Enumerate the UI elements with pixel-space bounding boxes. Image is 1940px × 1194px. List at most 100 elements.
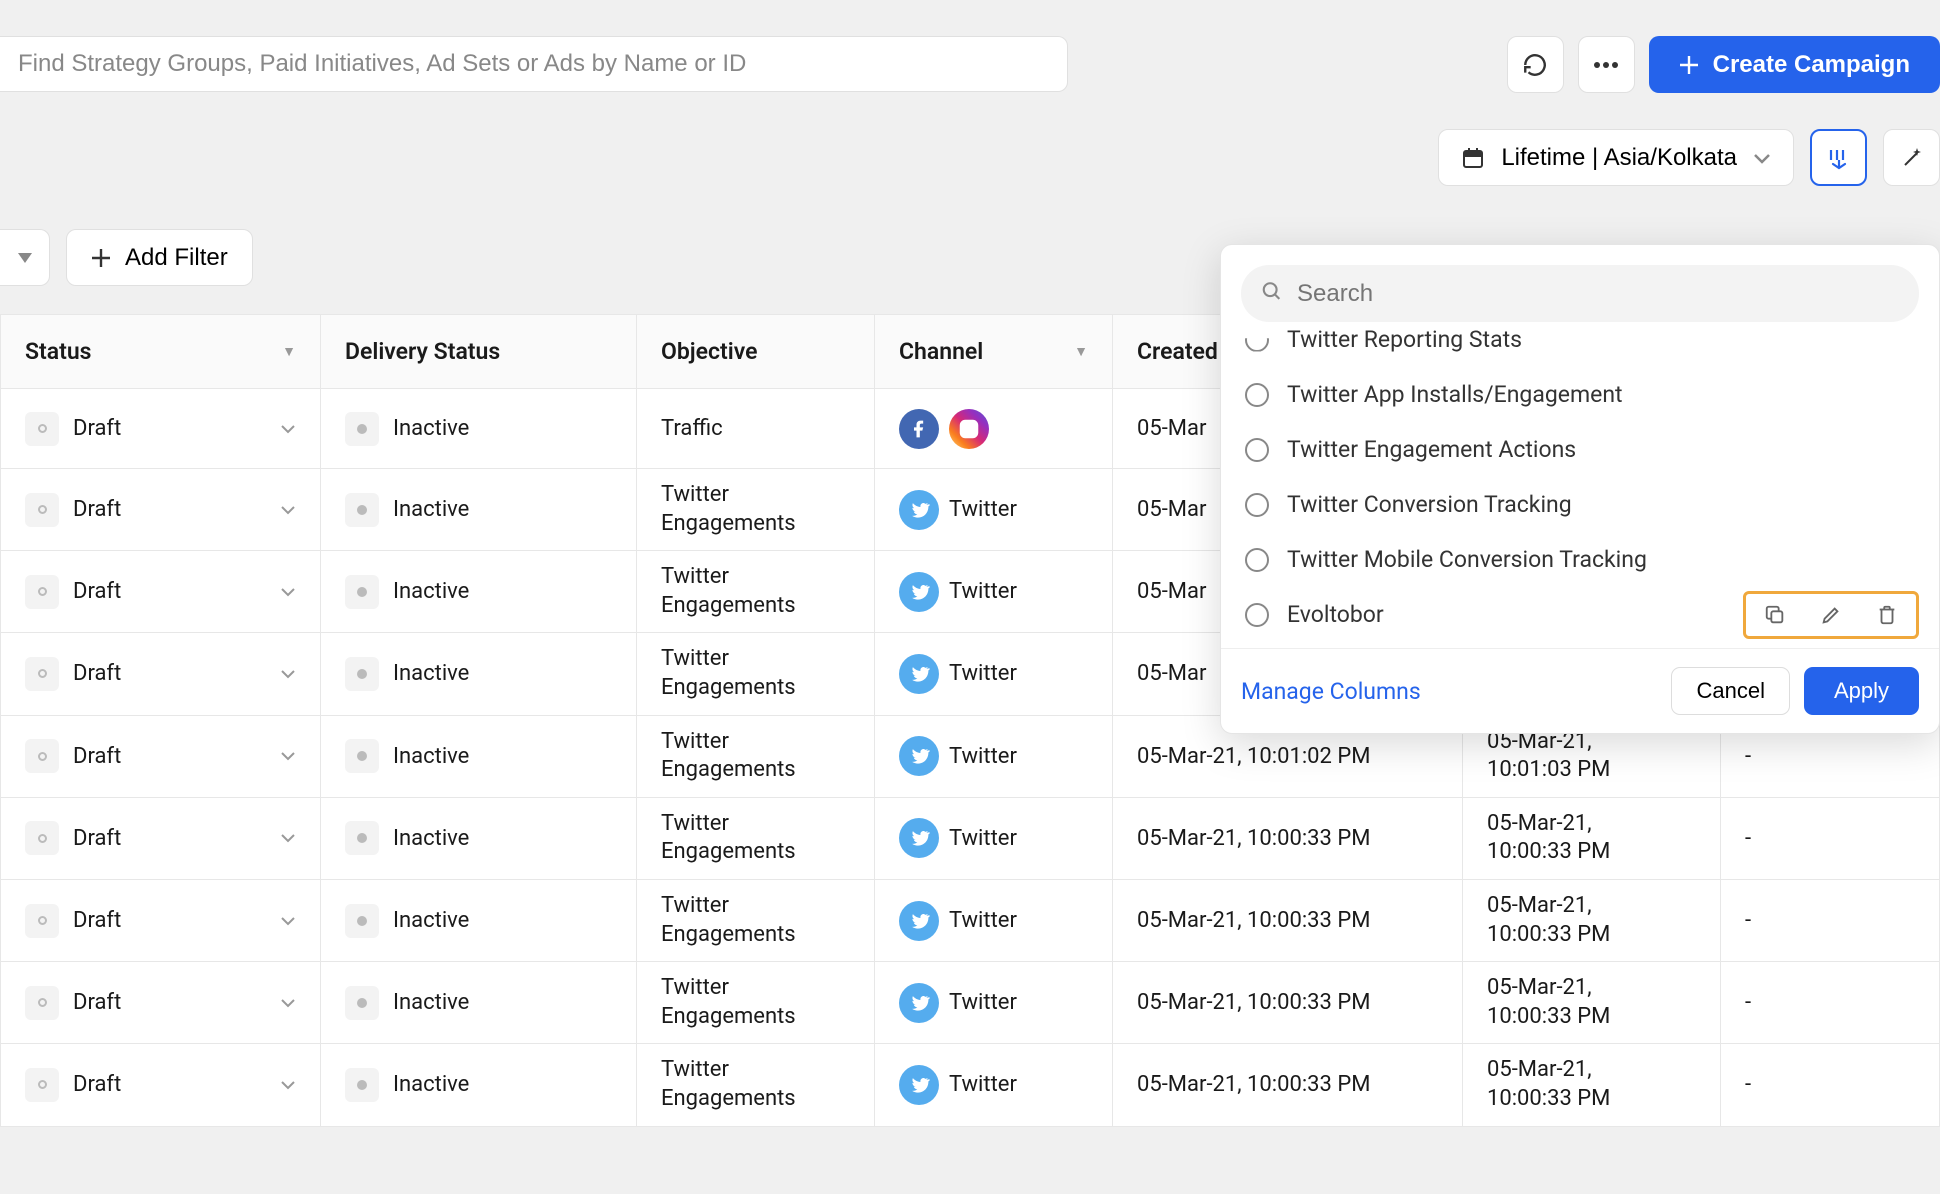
- create-campaign-button[interactable]: Create Campaign: [1649, 36, 1940, 93]
- add-filter-label: Add Filter: [125, 244, 228, 272]
- status-label: Draft: [73, 826, 121, 851]
- delivery-label: Inactive: [393, 579, 469, 604]
- twitter-icon: [899, 572, 939, 612]
- objective-cell: TwitterEngagements: [637, 797, 875, 879]
- table-row[interactable]: Draft Inactive TwitterEngagements Twitte…: [1, 797, 1940, 879]
- last-cell: -: [1721, 962, 1940, 1044]
- global-search-input[interactable]: [0, 36, 1068, 92]
- header-delivery-label: Delivery Status: [345, 338, 500, 365]
- column-option[interactable]: Twitter App Installs/Engagement: [1241, 367, 1919, 422]
- column-option[interactable]: Twitter Conversion Tracking: [1241, 477, 1919, 532]
- status-indicator: [25, 739, 59, 773]
- search-icon: [1261, 280, 1283, 307]
- date-range-selector[interactable]: Lifetime | Asia/Kolkata: [1438, 129, 1794, 186]
- channel-label: Twitter: [949, 826, 1017, 851]
- status-label: Draft: [73, 1072, 121, 1097]
- objective-cell: TwitterEngagements: [637, 962, 875, 1044]
- radio-icon: [1245, 493, 1269, 517]
- chevron-down-icon[interactable]: [280, 669, 296, 679]
- more-icon: [1593, 61, 1619, 69]
- column-option[interactable]: Twitter Mobile Conversion Tracking: [1241, 532, 1919, 587]
- chevron-down-icon[interactable]: [280, 998, 296, 1008]
- delivery-indicator: [345, 493, 379, 527]
- refresh-button[interactable]: [1507, 36, 1564, 93]
- delivery-label: Inactive: [393, 990, 469, 1015]
- column-option-actions: [1743, 591, 1919, 639]
- status-indicator: [25, 1068, 59, 1102]
- header-status[interactable]: Status▼: [1, 315, 321, 389]
- apply-button[interactable]: Apply: [1804, 667, 1919, 715]
- status-indicator: [25, 986, 59, 1020]
- edit-icon[interactable]: [1820, 604, 1842, 626]
- objective-cell: TwitterEngagements: [637, 633, 875, 715]
- header-channel[interactable]: Channel▼: [875, 315, 1113, 389]
- column-option-label: Evoltobor: [1287, 601, 1384, 628]
- channel-label: Twitter: [949, 661, 1017, 686]
- delivery-indicator: [345, 821, 379, 855]
- header-channel-label: Channel: [899, 338, 983, 365]
- created-cell: 05-Mar-21, 10:00:33 PM: [1113, 879, 1463, 961]
- plus-icon: [1679, 55, 1699, 75]
- delivery-label: Inactive: [393, 826, 469, 851]
- chevron-down-icon[interactable]: [280, 505, 296, 515]
- channel-label: Twitter: [949, 1072, 1017, 1097]
- column-option[interactable]: Evoltobor: [1241, 587, 1919, 642]
- columns-search-input[interactable]: [1241, 265, 1919, 322]
- chevron-down-icon[interactable]: [280, 833, 296, 843]
- status-label: Draft: [73, 497, 121, 522]
- header-objective[interactable]: Objective: [637, 315, 875, 389]
- table-row[interactable]: Draft Inactive TwitterEngagements Twitte…: [1, 962, 1940, 1044]
- status-indicator: [25, 493, 59, 527]
- last-cell: -: [1721, 879, 1940, 961]
- chevron-down-icon[interactable]: [280, 587, 296, 597]
- delivery-label: Inactive: [393, 908, 469, 933]
- radio-icon: [1245, 383, 1269, 407]
- status-indicator: [25, 412, 59, 446]
- delivery-indicator: [345, 657, 379, 691]
- create-campaign-label: Create Campaign: [1713, 51, 1910, 79]
- objective-cell: TwitterEngagements: [637, 879, 875, 961]
- magic-wand-icon: [1900, 146, 1924, 170]
- chevron-down-icon[interactable]: [280, 1080, 296, 1090]
- columns-toggle-icon: [1827, 146, 1851, 170]
- more-button[interactable]: [1578, 36, 1635, 93]
- caret-down-icon: ▼: [282, 343, 296, 360]
- header-delivery[interactable]: Delivery Status: [321, 315, 637, 389]
- column-option-label: Twitter Conversion Tracking: [1287, 491, 1572, 518]
- manage-columns-link[interactable]: Manage Columns: [1241, 678, 1421, 705]
- chevron-down-icon[interactable]: [280, 916, 296, 926]
- radio-icon: [1245, 548, 1269, 572]
- chevron-down-icon[interactable]: [280, 424, 296, 434]
- filter-dropdown-stub[interactable]: [0, 229, 50, 286]
- status-indicator: [25, 575, 59, 609]
- delivery-indicator: [345, 739, 379, 773]
- objective-cell: TwitterEngagements: [637, 551, 875, 633]
- table-row[interactable]: Draft Inactive TwitterEngagements Twitte…: [1, 1044, 1940, 1126]
- delivery-indicator: [345, 1068, 379, 1102]
- channel-label: Twitter: [949, 497, 1017, 522]
- cancel-button[interactable]: Cancel: [1671, 667, 1789, 715]
- radio-icon: [1245, 328, 1269, 352]
- column-option[interactable]: Twitter Reporting Stats: [1241, 326, 1919, 367]
- column-option-label: Twitter Engagement Actions: [1287, 436, 1576, 463]
- channel-label: Twitter: [949, 744, 1017, 769]
- table-row[interactable]: Draft Inactive TwitterEngagements Twitte…: [1, 879, 1940, 961]
- chevron-down-icon[interactable]: [280, 751, 296, 761]
- facebook-icon: [899, 409, 939, 449]
- status-label: Draft: [73, 579, 121, 604]
- column-option[interactable]: Twitter Engagement Actions: [1241, 422, 1919, 477]
- add-filter-button[interactable]: Add Filter: [66, 229, 253, 286]
- columns-toggle-button[interactable]: [1810, 129, 1867, 186]
- created-cell: 05-Mar-21, 10:00:33 PM: [1113, 797, 1463, 879]
- twitter-icon: [899, 901, 939, 941]
- last-cell: -: [1721, 1044, 1940, 1126]
- magic-button[interactable]: [1883, 129, 1940, 186]
- copy-icon[interactable]: [1764, 604, 1786, 626]
- date-range-label: Lifetime | Asia/Kolkata: [1501, 144, 1737, 172]
- modified-cell: 05-Mar-21,10:00:33 PM: [1463, 797, 1721, 879]
- status-label: Draft: [73, 908, 121, 933]
- status-indicator: [25, 904, 59, 938]
- delivery-label: Inactive: [393, 1072, 469, 1097]
- objective-cell: Traffic: [637, 389, 875, 469]
- trash-icon[interactable]: [1876, 604, 1898, 626]
